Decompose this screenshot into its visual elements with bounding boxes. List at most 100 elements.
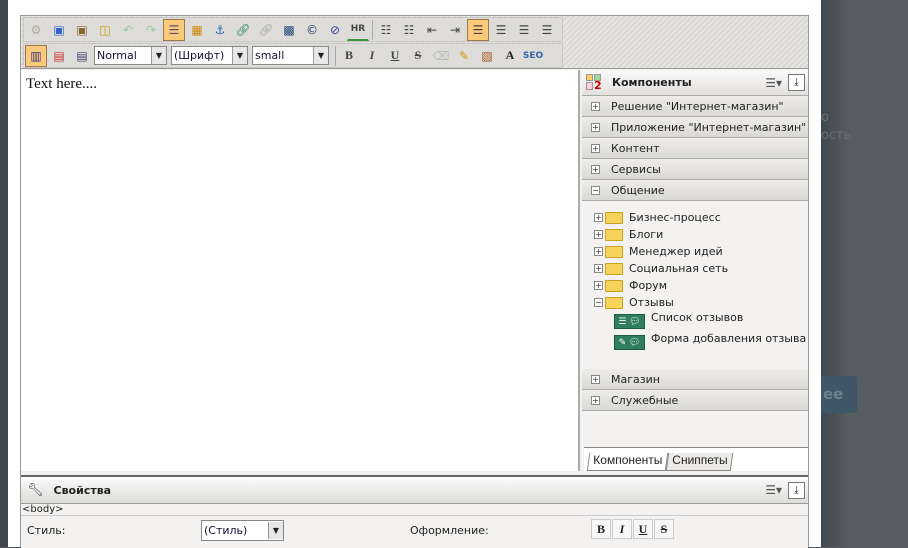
group-services[interactable]: + Сервисы — [582, 159, 808, 180]
toolbar-row-1: ⚙ ▣ ▣ ◫ ↶ ↷ ☰ ▦ ⚓ 🔗︎ 🔗︎ ▩ © ⊘ HR ☷ ☷ ⇤ ⇥… — [23, 17, 563, 42]
indent-icon[interactable]: ⇥ — [444, 19, 466, 41]
expand-icon[interactable]: + — [594, 264, 603, 273]
collapse-icon[interactable]: − — [591, 185, 600, 195]
image-icon[interactable]: ▩ — [278, 19, 300, 41]
split-mode-icon[interactable]: ▤ — [71, 45, 93, 67]
toolbar-separator — [372, 19, 373, 40]
code-mode-icon[interactable]: ▤ — [48, 45, 70, 67]
bold-button[interactable]: B — [591, 519, 611, 539]
align-left-icon[interactable]: ☰ — [467, 18, 489, 41]
group-service[interactable]: + Служебные — [582, 390, 808, 411]
outdent-icon[interactable]: ⇤ — [421, 19, 443, 41]
group-solution-shop[interactable]: + Решение "Интернет-магазин" — [582, 96, 808, 117]
component-label: Форма добавления отзыва — [651, 332, 807, 345]
components-icon: 2 — [586, 73, 602, 92]
redo-icon[interactable]: ↷ — [140, 19, 162, 41]
eraser-icon[interactable]: ⌫ — [430, 45, 452, 67]
tree-item-blogs[interactable]: + Блоги — [594, 226, 808, 243]
style-row: Стиль: (Стиль) ▼ Оформление: BIUS — [21, 516, 808, 546]
style-select[interactable]: Normal ▼ — [94, 46, 167, 65]
properties-panel: 🔧︎ Свойства ☰▾ ⤓ <body> Стиль: (Стиль) ▼ … — [21, 475, 808, 548]
group-communication[interactable]: − Общение — [582, 180, 808, 201]
wysiwyg-mode-icon[interactable]: ▥ — [25, 44, 47, 67]
tab-components[interactable]: Компоненты — [586, 453, 669, 471]
undo-icon[interactable]: ↶ — [117, 19, 139, 41]
font-color-icon[interactable]: A — [499, 45, 521, 67]
toolbar-row-2: ▥ ▤ ▤ Normal ▼ (Шрифт) ▼ small ▼ B I U S ⌫ … — [23, 43, 563, 68]
element-path[interactable]: <body> — [21, 504, 808, 516]
component-review-form[interactable]: ✎ 💬︎ Форма добавления отзыва — [614, 332, 808, 353]
align-right-icon[interactable]: ☰ — [513, 19, 535, 41]
html-editor: ⚙ ▣ ▣ ◫ ↶ ↷ ☰ ▦ ⚓ 🔗︎ 🔗︎ ▩ © ⊘ HR ☷ ☷ ⇤ ⇥… — [20, 15, 809, 548]
ordered-list-icon[interactable]: ☷ — [375, 19, 397, 41]
font-select[interactable]: (Шрифт) ▼ — [171, 46, 248, 65]
folder-open-icon — [605, 296, 623, 309]
underline-icon[interactable]: U — [384, 45, 406, 67]
group-shop[interactable]: + Магазин — [582, 369, 808, 390]
strike-button[interactable]: S — [654, 519, 674, 539]
dock-icon[interactable]: ⤓ — [788, 74, 805, 91]
anchor-icon[interactable]: ⚓ — [209, 19, 231, 41]
settings-icon[interactable]: ⚙ — [25, 19, 47, 41]
tree-item-label: Бизнес-процесс — [629, 211, 721, 224]
expand-icon[interactable]: + — [594, 247, 603, 256]
tree-item-reviews[interactable]: − Отзывы — [594, 294, 808, 311]
group-label: Решение "Интернет-магазин" — [611, 99, 784, 113]
editor-content-area[interactable]: Text here.... — [21, 70, 580, 471]
style-dropdown[interactable]: (Стиль) ▼ — [201, 520, 284, 541]
tree-item-bizproc[interactable]: + Бизнес-процесс — [594, 209, 808, 226]
tab-snippets[interactable]: Сниппеты — [665, 453, 734, 471]
group-content[interactable]: + Контент — [582, 138, 808, 159]
tree-item-ideas[interactable]: + Менеджер идей — [594, 243, 808, 260]
expand-icon[interactable]: + — [591, 101, 600, 111]
decor-label: Оформление: — [410, 524, 489, 537]
spellcheck-icon[interactable]: ▧ — [476, 45, 498, 67]
expand-icon[interactable]: + — [591, 395, 600, 405]
collapse-icon[interactable]: − — [594, 298, 603, 307]
table-icon[interactable]: ▦ — [186, 19, 208, 41]
clean-brush-icon[interactable]: ✎ — [453, 45, 475, 67]
component-review-list[interactable]: ☰ 💬︎ Список отзывов — [614, 311, 808, 332]
menu-icon[interactable]: ☰▾ — [765, 76, 782, 90]
flash-icon[interactable]: ⊘ — [324, 19, 346, 41]
align-center-icon[interactable]: ☰ — [490, 19, 512, 41]
select-all-icon[interactable]: ◫ — [94, 19, 116, 41]
paste-text-icon[interactable]: ▣ — [71, 19, 93, 41]
editor-text[interactable]: Text here.... — [26, 76, 97, 92]
chevron-down-icon: ▼ — [151, 47, 166, 64]
tree-item-forum[interactable]: + Форум — [594, 277, 808, 294]
menu-icon[interactable]: ☰▾ — [765, 483, 782, 497]
expand-icon[interactable]: + — [594, 213, 603, 222]
tree-item-social[interactable]: + Социальная сеть — [594, 260, 808, 277]
size-select[interactable]: small ▼ — [252, 46, 329, 65]
expand-icon[interactable]: + — [591, 143, 600, 153]
properties-header: 🔧︎ Свойства ☰▾ ⤓ — [21, 477, 808, 504]
expand-icon[interactable]: + — [594, 281, 603, 290]
paste-word-icon[interactable]: ▣ — [48, 19, 70, 41]
expand-icon[interactable]: + — [591, 374, 600, 384]
justify-icon[interactable]: ☰ — [536, 19, 558, 41]
group-label: Служебные — [611, 393, 679, 407]
italic-icon[interactable]: I — [361, 45, 383, 67]
unlink-icon[interactable]: 🔗︎ — [255, 19, 277, 41]
expand-icon[interactable]: + — [591, 164, 600, 174]
bold-icon[interactable]: B — [338, 45, 360, 67]
unordered-list-icon[interactable]: ☷ — [398, 19, 420, 41]
horizontal-rule-icon[interactable]: HR — [347, 19, 369, 41]
toggle-borders-icon[interactable]: ☰ — [163, 18, 185, 41]
strikethrough-icon[interactable]: S — [407, 45, 429, 67]
italic-button[interactable]: I — [612, 519, 632, 539]
special-char-icon[interactable]: © — [301, 19, 323, 41]
dock-icon[interactable]: ⤓ — [788, 481, 805, 499]
group-label: Магазин — [611, 372, 660, 386]
expand-icon[interactable]: + — [594, 230, 603, 239]
seo-icon[interactable]: SEO — [522, 45, 544, 67]
folder-icon — [605, 211, 623, 224]
link-icon[interactable]: 🔗︎ — [232, 19, 254, 41]
review-form-icon: ✎ 💬︎ — [614, 335, 645, 350]
decor-buttons: BIUS — [591, 519, 675, 539]
group-app-shop[interactable]: + Приложение "Интернет-магазин" — [582, 117, 808, 138]
underline-button[interactable]: U — [633, 519, 653, 539]
editor-toolbar: ⚙ ▣ ▣ ◫ ↶ ↷ ☰ ▦ ⚓ 🔗︎ 🔗︎ ▩ © ⊘ HR ☷ ☷ ⇤ ⇥… — [21, 16, 808, 69]
expand-icon[interactable]: + — [591, 122, 600, 132]
